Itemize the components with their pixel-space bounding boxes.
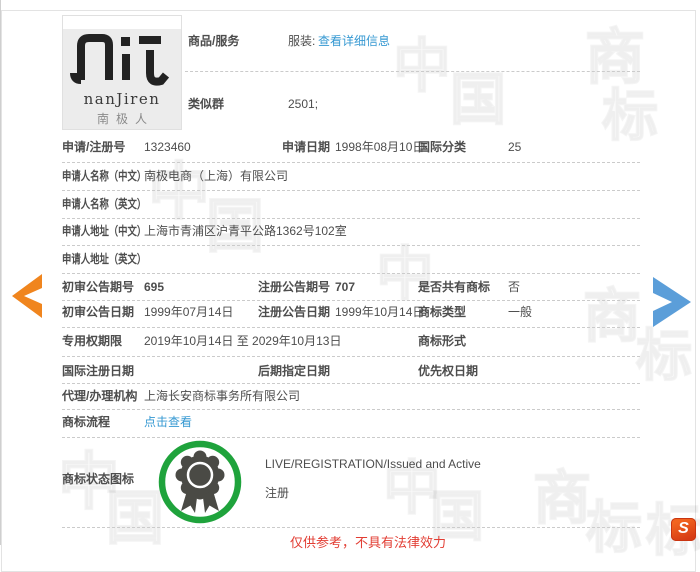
field-value: 707 [335, 279, 355, 295]
field-label: 商标状态图标 [62, 471, 134, 487]
status-rosette-icon [158, 440, 242, 524]
field-value: 南极电商（上海）有限公司 [144, 168, 288, 184]
divider [185, 71, 640, 72]
field-label: 注册公告日期 [246, 304, 330, 320]
divider [62, 162, 640, 163]
table-row: 类似群 2501; [0, 96, 700, 112]
divider [62, 190, 640, 191]
field-label: 商标类型 [418, 304, 466, 320]
field-label: 申请人名称（英文） [62, 196, 146, 212]
field-label: 类似群 [188, 96, 224, 112]
field-value: 1999年07月14日 [144, 304, 233, 320]
field-label: 申请/注册号 [62, 139, 125, 155]
field-label: 后期指定日期 [246, 363, 330, 379]
field-label: 申请人地址（中文） [62, 223, 146, 239]
field-value: 2501; [288, 96, 318, 112]
field-value: 一般 [508, 304, 532, 320]
divider [62, 327, 640, 328]
field-label: 专用权期限 [62, 333, 122, 349]
view-process-link[interactable]: 点击查看 [144, 414, 192, 430]
field-value: 上海市青浦区沪青平公路1362号102室 [144, 223, 347, 239]
field-value: 服装: [288, 33, 315, 49]
table-row: 商品/服务 服装: 查看详细信息 [0, 33, 700, 49]
field-value: 否 [508, 279, 520, 295]
field-label: 商品/服务 [188, 33, 239, 49]
field-value: 1998年08月10日 [335, 139, 424, 155]
table-row: 申请人名称（中文） 南极电商（上海）有限公司 [0, 168, 700, 184]
table-row: 商标状态图标 [0, 471, 700, 487]
field-value: 1323460 [144, 139, 191, 155]
field-label: 国际注册日期 [62, 363, 134, 379]
field-value: 25 [508, 139, 521, 155]
field-label: 代理/办理机构 [62, 388, 137, 404]
divider [62, 245, 640, 246]
field-label: 是否共有商标 [418, 279, 490, 295]
table-row: 申请人名称（英文） [0, 196, 700, 212]
field-value: 695 [144, 279, 164, 295]
table-row: 商标流程 点击查看 [0, 414, 700, 430]
field-value: 1999年10月14日 [335, 304, 424, 320]
field-label: 国际分类 [418, 139, 466, 155]
table-row: 代理/办理机构 上海长安商标事务所有限公司 [0, 388, 700, 404]
field-label: 初审公告期号 [62, 279, 134, 295]
divider [62, 437, 640, 438]
divider [62, 218, 640, 219]
field-label: 申请日期 [246, 139, 330, 155]
divider [62, 383, 640, 384]
view-detail-link[interactable]: 查看详细信息 [318, 33, 390, 49]
field-label: 申请人地址（英文） [62, 251, 146, 267]
brand-name-chinese: 南极人 [63, 110, 181, 127]
s-logo-badge[interactable]: S [671, 518, 696, 541]
field-label: 优先权日期 [418, 363, 478, 379]
divider [62, 527, 640, 528]
field-label: 商标形式 [418, 333, 466, 349]
prev-arrow-button[interactable] [8, 273, 44, 322]
field-label: 初审公告日期 [62, 304, 134, 320]
field-value: 上海长安商标事务所有限公司 [144, 388, 300, 404]
field-value: 2019年10月14日 至 2029年10月13日 [144, 333, 341, 349]
divider [62, 273, 640, 274]
chevron-left-icon [8, 273, 44, 319]
table-row: 申请人地址（英文） [0, 251, 700, 267]
status-text: LIVE/REGISTRATION/Issued and Active [265, 457, 481, 471]
divider [62, 356, 640, 357]
chevron-right-icon [650, 276, 694, 328]
table-row: 初审公告期号 695 注册公告期号 707 是否共有商标 否 [0, 279, 700, 295]
status-text-cn: 注册 [265, 484, 289, 501]
field-label: 注册公告期号 [246, 279, 330, 295]
disclaimer-text: 仅供参考，不具有法律效力 [290, 532, 446, 551]
table-row: 初审公告日期 1999年07月14日 注册公告日期 1999年10月14日 商标… [0, 304, 700, 320]
next-arrow-button[interactable] [650, 276, 694, 331]
table-row: 专用权期限 2019年10月14日 至 2029年10月13日 商标形式 [0, 333, 700, 349]
table-row: 申请/注册号 1323460 申请日期 1998年08月10日 国际分类 25 [0, 139, 700, 155]
field-label: 申请人名称（中文） [62, 168, 146, 184]
divider [62, 409, 640, 410]
divider [62, 300, 640, 301]
field-label: 商标流程 [62, 414, 110, 430]
logo-white-strip [63, 16, 181, 29]
table-row: 国际注册日期 后期指定日期 优先权日期 [0, 363, 700, 379]
table-row: 申请人地址（中文） 上海市青浦区沪青平公路1362号102室 [0, 223, 700, 239]
